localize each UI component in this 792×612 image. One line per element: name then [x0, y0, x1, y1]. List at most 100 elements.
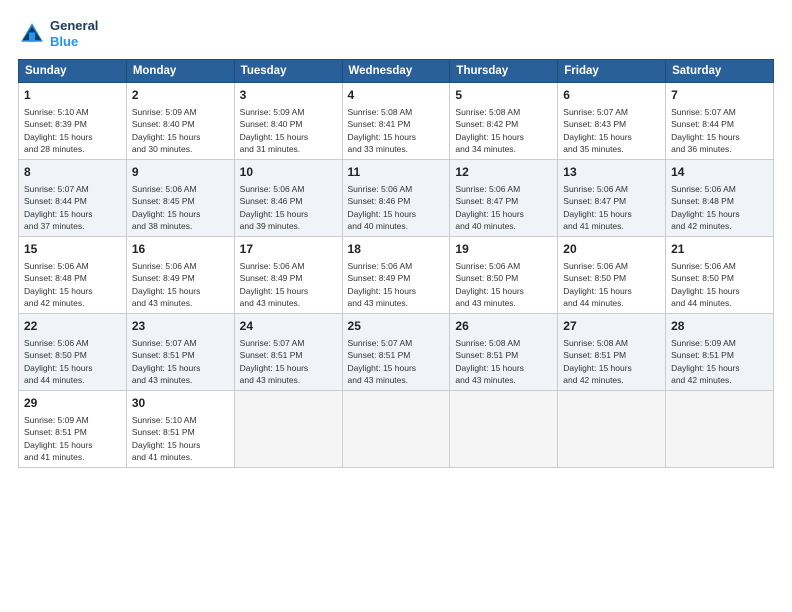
day-number: 11: [348, 164, 445, 181]
calendar-header-row: SundayMondayTuesdayWednesdayThursdayFrid…: [19, 60, 774, 83]
day-info: Sunrise: 5:06 AM Sunset: 8:47 PM Dayligh…: [455, 183, 552, 232]
calendar-cell: 3Sunrise: 5:09 AM Sunset: 8:40 PM Daylig…: [234, 83, 342, 160]
weekday-header: Thursday: [450, 60, 558, 83]
day-number: 5: [455, 87, 552, 104]
calendar-cell: 11 Sunrise: 5:06 AM Sunset: 8:46 PM Dayli…: [342, 160, 450, 237]
day-number: 25: [348, 318, 445, 335]
calendar-cell: 25 Sunrise: 5:07 AM Sunset: 8:51 PM Dayli…: [342, 314, 450, 391]
day-info: Sunrise: 5:09 AM Sunset: 8:40 PM Dayligh…: [240, 106, 337, 155]
calendar-cell: [558, 391, 666, 468]
day-info: Sunrise: 5:08 AM Sunset: 8:41 PM Dayligh…: [348, 106, 445, 155]
day-number: 18: [348, 241, 445, 258]
day-info: Sunrise: 5:06 AM Sunset: 8:45 PM Dayligh…: [132, 183, 229, 232]
calendar-cell: 17 Sunrise: 5:06 AM Sunset: 8:49 PM Dayli…: [234, 237, 342, 314]
day-info: Sunrise: 5:07 AM Sunset: 8:51 PM Dayligh…: [132, 337, 229, 386]
calendar-week-row: 29 Sunrise: 5:09 AM Sunset: 8:51 PM Dayli…: [19, 391, 774, 468]
day-info: Sunrise: 5:06 AM Sunset: 8:49 PM Dayligh…: [132, 260, 229, 309]
logo-icon: [18, 20, 46, 48]
day-info: Sunrise: 5:08 AM Sunset: 8:51 PM Dayligh…: [455, 337, 552, 386]
day-info: Sunrise: 5:06 AM Sunset: 8:50 PM Dayligh…: [563, 260, 660, 309]
calendar-cell: 30 Sunrise: 5:10 AM Sunset: 8:51 PM Dayli…: [126, 391, 234, 468]
day-info: Sunrise: 5:07 AM Sunset: 8:51 PM Dayligh…: [240, 337, 337, 386]
day-number: 7: [671, 87, 768, 104]
day-info: Sunrise: 5:07 AM Sunset: 8:51 PM Dayligh…: [348, 337, 445, 386]
day-number: 1: [24, 87, 121, 104]
calendar-table: SundayMondayTuesdayWednesdayThursdayFrid…: [18, 59, 774, 468]
calendar-cell: 24 Sunrise: 5:07 AM Sunset: 8:51 PM Dayli…: [234, 314, 342, 391]
day-info: Sunrise: 5:06 AM Sunset: 8:50 PM Dayligh…: [671, 260, 768, 309]
day-info: Sunrise: 5:07 AM Sunset: 8:44 PM Dayligh…: [671, 106, 768, 155]
day-info: Sunrise: 5:10 AM Sunset: 8:51 PM Dayligh…: [132, 414, 229, 463]
day-number: 22: [24, 318, 121, 335]
calendar-cell: 5 Sunrise: 5:08 AM Sunset: 8:42 PM Daylig…: [450, 83, 558, 160]
calendar-cell: [450, 391, 558, 468]
weekday-header: Wednesday: [342, 60, 450, 83]
day-info: Sunrise: 5:06 AM Sunset: 8:48 PM Dayligh…: [24, 260, 121, 309]
day-info: Sunrise: 5:06 AM Sunset: 8:47 PM Dayligh…: [563, 183, 660, 232]
day-number: 30: [132, 395, 229, 412]
calendar-cell: 7 Sunrise: 5:07 AM Sunset: 8:44 PM Daylig…: [666, 83, 774, 160]
day-number: 2: [132, 87, 229, 104]
day-number: 12: [455, 164, 552, 181]
weekday-header: Tuesday: [234, 60, 342, 83]
day-info: Sunrise: 5:06 AM Sunset: 8:48 PM Dayligh…: [671, 183, 768, 232]
logo-text: General Blue: [50, 18, 98, 49]
day-info: Sunrise: 5:09 AM Sunset: 8:40 PM Dayligh…: [132, 106, 229, 155]
calendar-week-row: 8 Sunrise: 5:07 AM Sunset: 8:44 PM Daylig…: [19, 160, 774, 237]
calendar-cell: 19 Sunrise: 5:06 AM Sunset: 8:50 PM Dayli…: [450, 237, 558, 314]
day-info: Sunrise: 5:08 AM Sunset: 8:51 PM Dayligh…: [563, 337, 660, 386]
day-info: Sunrise: 5:06 AM Sunset: 8:46 PM Dayligh…: [348, 183, 445, 232]
page: General Blue SundayMondayTuesdayWednesda…: [0, 0, 792, 612]
calendar-cell: 15Sunrise: 5:06 AM Sunset: 8:48 PM Dayli…: [19, 237, 127, 314]
calendar-cell: 10 Sunrise: 5:06 AM Sunset: 8:46 PM Dayli…: [234, 160, 342, 237]
day-number: 26: [455, 318, 552, 335]
weekday-header: Monday: [126, 60, 234, 83]
day-info: Sunrise: 5:06 AM Sunset: 8:49 PM Dayligh…: [240, 260, 337, 309]
calendar-cell: 4Sunrise: 5:08 AM Sunset: 8:41 PM Daylig…: [342, 83, 450, 160]
day-number: 19: [455, 241, 552, 258]
calendar-cell: [342, 391, 450, 468]
day-number: 14: [671, 164, 768, 181]
day-number: 24: [240, 318, 337, 335]
calendar-cell: 21 Sunrise: 5:06 AM Sunset: 8:50 PM Dayli…: [666, 237, 774, 314]
day-number: 28: [671, 318, 768, 335]
day-number: 9: [132, 164, 229, 181]
day-number: 29: [24, 395, 121, 412]
logo-line2: Blue: [50, 34, 78, 49]
calendar-cell: 6Sunrise: 5:07 AM Sunset: 8:43 PM Daylig…: [558, 83, 666, 160]
calendar-cell: 18 Sunrise: 5:06 AM Sunset: 8:49 PM Dayli…: [342, 237, 450, 314]
day-info: Sunrise: 5:06 AM Sunset: 8:50 PM Dayligh…: [455, 260, 552, 309]
calendar-week-row: 15Sunrise: 5:06 AM Sunset: 8:48 PM Dayli…: [19, 237, 774, 314]
calendar-cell: 8 Sunrise: 5:07 AM Sunset: 8:44 PM Daylig…: [19, 160, 127, 237]
calendar-cell: [234, 391, 342, 468]
calendar-cell: 13Sunrise: 5:06 AM Sunset: 8:47 PM Dayli…: [558, 160, 666, 237]
calendar-cell: [666, 391, 774, 468]
day-info: Sunrise: 5:06 AM Sunset: 8:46 PM Dayligh…: [240, 183, 337, 232]
calendar-cell: 14 Sunrise: 5:06 AM Sunset: 8:48 PM Dayli…: [666, 160, 774, 237]
day-info: Sunrise: 5:09 AM Sunset: 8:51 PM Dayligh…: [671, 337, 768, 386]
calendar-week-row: 1Sunrise: 5:10 AM Sunset: 8:39 PM Daylig…: [19, 83, 774, 160]
calendar-cell: 12 Sunrise: 5:06 AM Sunset: 8:47 PM Dayli…: [450, 160, 558, 237]
day-number: 21: [671, 241, 768, 258]
day-info: Sunrise: 5:06 AM Sunset: 8:50 PM Dayligh…: [24, 337, 121, 386]
calendar-cell: 2 Sunrise: 5:09 AM Sunset: 8:40 PM Daylig…: [126, 83, 234, 160]
day-number: 27: [563, 318, 660, 335]
weekday-header: Saturday: [666, 60, 774, 83]
calendar-cell: 1Sunrise: 5:10 AM Sunset: 8:39 PM Daylig…: [19, 83, 127, 160]
day-number: 8: [24, 164, 121, 181]
logo-line1: General: [50, 18, 98, 34]
day-info: Sunrise: 5:08 AM Sunset: 8:42 PM Dayligh…: [455, 106, 552, 155]
day-number: 23: [132, 318, 229, 335]
header: General Blue: [18, 18, 774, 49]
calendar-cell: 9 Sunrise: 5:06 AM Sunset: 8:45 PM Daylig…: [126, 160, 234, 237]
calendar-cell: 22 Sunrise: 5:06 AM Sunset: 8:50 PM Dayli…: [19, 314, 127, 391]
calendar-cell: 28 Sunrise: 5:09 AM Sunset: 8:51 PM Dayli…: [666, 314, 774, 391]
day-number: 17: [240, 241, 337, 258]
day-info: Sunrise: 5:07 AM Sunset: 8:44 PM Dayligh…: [24, 183, 121, 232]
logo: General Blue: [18, 18, 98, 49]
calendar-cell: 26 Sunrise: 5:08 AM Sunset: 8:51 PM Dayli…: [450, 314, 558, 391]
day-number: 10: [240, 164, 337, 181]
day-info: Sunrise: 5:06 AM Sunset: 8:49 PM Dayligh…: [348, 260, 445, 309]
day-info: Sunrise: 5:09 AM Sunset: 8:51 PM Dayligh…: [24, 414, 121, 463]
calendar-cell: 20Sunrise: 5:06 AM Sunset: 8:50 PM Dayli…: [558, 237, 666, 314]
